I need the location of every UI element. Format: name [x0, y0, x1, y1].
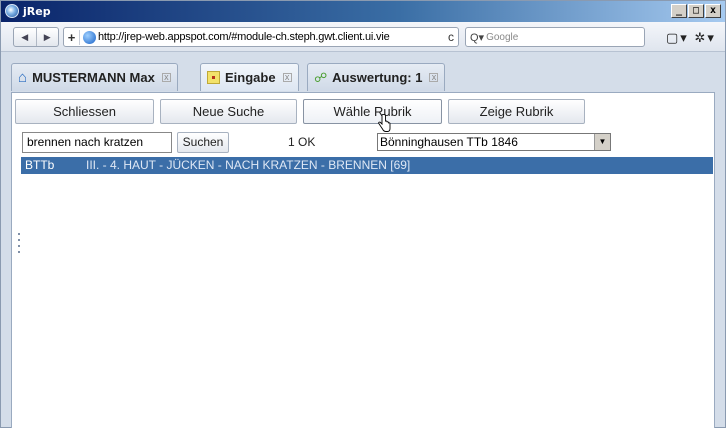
app-globe-icon — [5, 4, 19, 18]
search-row: brennen nach kratzen Suchen 1 OK Bönning… — [22, 132, 622, 154]
search-placeholder[interactable]: Google — [486, 32, 518, 43]
choose-rubric-button[interactable]: Wähle Rubrik — [303, 99, 442, 124]
tab-patient-label: MUSTERMANN Max — [32, 70, 155, 85]
page-menu-icon[interactable]: ▢▾ — [666, 30, 689, 45]
search-engine-icon[interactable]: Q▾ — [470, 31, 484, 44]
search-button[interactable]: Suchen — [177, 132, 229, 153]
address-bar[interactable]: + http://jrep-web.appspot.com/#module-ch… — [63, 27, 459, 47]
repertory-select[interactable]: Bönninghausen TTb 1846 ▼ — [377, 133, 611, 151]
splitter-handle[interactable] — [17, 233, 21, 261]
close-button[interactable]: Schliessen — [15, 99, 154, 124]
result-text: III. - 4. HAUT - JÜCKEN - NACH KRATZEN -… — [86, 158, 411, 172]
toolbar: Schliessen Neue Suche Wähle Rubrik Zeige… — [15, 99, 591, 124]
window-title: jRep — [23, 5, 51, 18]
title-bar: jRep _ □ x — [1, 1, 725, 22]
navigation-bar: ◀ ▶ + http://jrep-web.appspot.com/#modul… — [1, 22, 725, 52]
forward-button[interactable]: ▶ — [37, 28, 59, 46]
tab-eingabe-label: Eingabe — [225, 70, 276, 85]
app-tab-strip: ⌂ MUSTERMANN Max x Eingabe x ☍ Auswertun… — [1, 53, 725, 93]
search-term-input[interactable]: brennen nach kratzen — [22, 132, 172, 153]
tab-eingabe-close-icon[interactable]: x — [282, 73, 292, 82]
chart-icon: ☍ — [314, 69, 328, 85]
home-icon: ⌂ — [18, 69, 28, 86]
close-window-button[interactable]: x — [705, 4, 721, 18]
back-forward-group: ◀ ▶ — [13, 27, 59, 47]
result-code: BTTb — [25, 158, 55, 172]
hand-cursor-icon — [378, 114, 391, 132]
search-status: 1 OK — [288, 135, 316, 149]
window-controls: _ □ x — [671, 4, 721, 18]
tab-eingabe[interactable]: Eingabe x — [200, 63, 299, 91]
search-box[interactable]: Q▾ Google — [465, 27, 645, 47]
site-globe-icon — [83, 30, 96, 44]
browser-menu-icons: ▢▾ ✲▾ — [666, 30, 716, 46]
repertory-selected-value: Bönninghausen TTb 1846 — [380, 135, 518, 149]
reload-icon[interactable]: c — [444, 30, 458, 44]
tab-auswertung-label: Auswertung: 1 — [332, 70, 423, 85]
result-row[interactable]: BTTb III. - 4. HAUT - JÜCKEN - NACH KRAT… — [21, 157, 713, 174]
maximize-button[interactable]: □ — [688, 4, 704, 18]
back-button[interactable]: ◀ — [14, 28, 37, 46]
tab-patient-close-icon[interactable]: x — [161, 73, 171, 82]
tab-patient[interactable]: ⌂ MUSTERMANN Max x — [11, 63, 178, 91]
tools-menu-icon[interactable]: ✲▾ — [694, 30, 715, 45]
tab-auswertung[interactable]: ☍ Auswertung: 1 x — [307, 63, 446, 91]
minimize-button[interactable]: _ — [671, 4, 687, 18]
new-search-button[interactable]: Neue Suche — [160, 99, 297, 124]
browser-window: jRep _ □ x ◀ ▶ + http://jrep-web.appspot… — [0, 0, 726, 428]
chevron-down-icon[interactable]: ▼ — [594, 134, 610, 150]
note-icon — [207, 71, 220, 84]
show-rubric-button[interactable]: Zeige Rubrik — [448, 99, 585, 124]
tab-auswertung-close-icon[interactable]: x — [429, 73, 439, 82]
new-tab-button[interactable]: + — [64, 29, 80, 45]
url-text[interactable]: http://jrep-web.appspot.com/#module-ch.s… — [98, 31, 444, 43]
